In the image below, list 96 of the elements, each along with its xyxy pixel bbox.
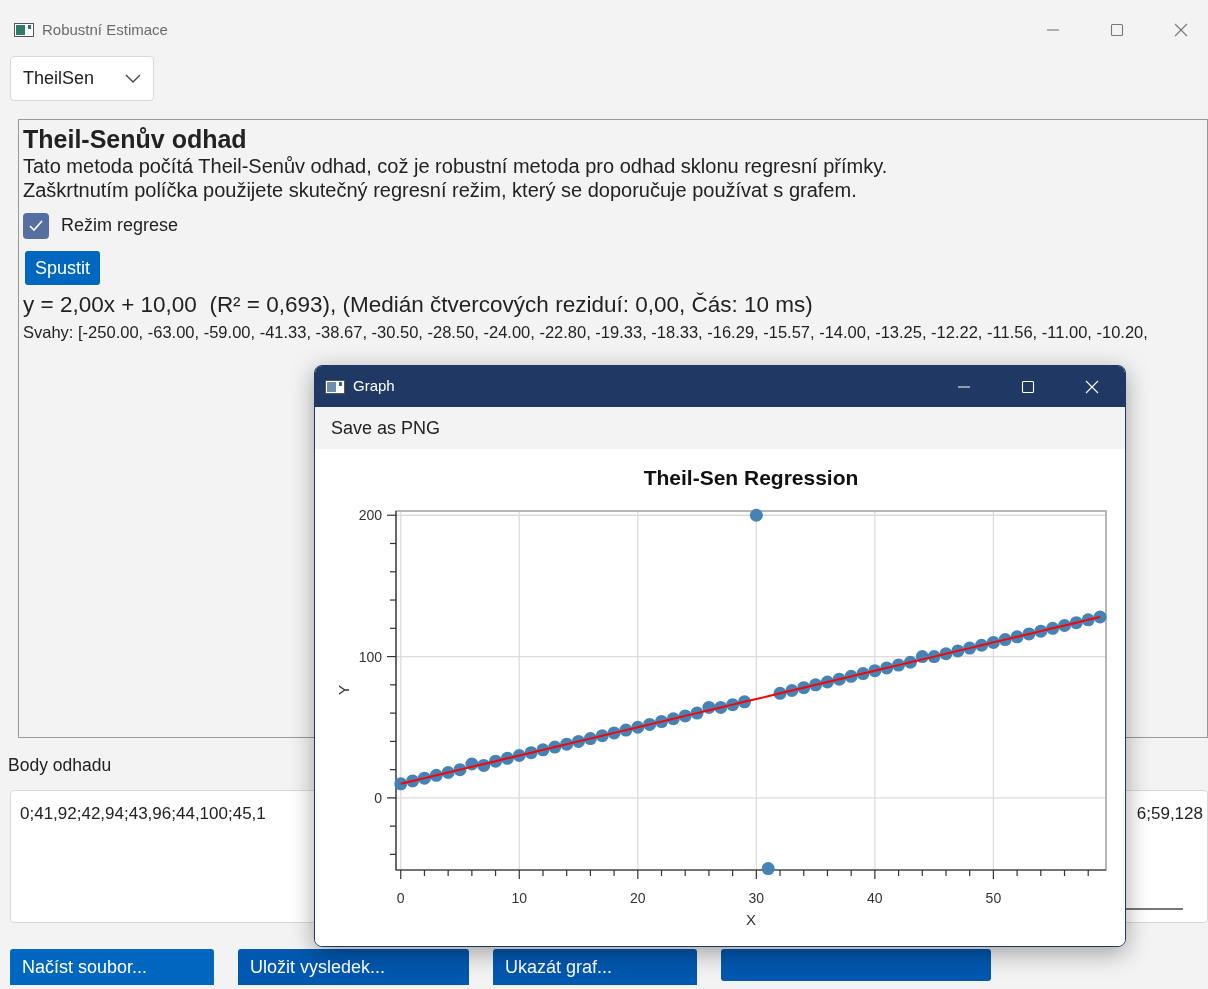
window-title: Graph: [353, 376, 395, 397]
data-point: [975, 638, 989, 652]
data-point: [714, 700, 728, 714]
data-point: [524, 746, 538, 760]
text-area-value: 6;59,128: [1136, 803, 1203, 826]
text-area-value: 0;41,92;42,94;43,96;44,100;45,1: [20, 803, 266, 826]
data-point: [607, 726, 621, 740]
data-point: [927, 650, 941, 664]
data-point: [832, 672, 846, 686]
data-point: [1081, 613, 1095, 627]
data-point: [773, 686, 787, 700]
slopes-text: Svahy: [-250.00, -63.00, -59.00, -41.33, -38.67, -30.50, -28.50, -24.00, -22.80, -19.33, -18.33, -16.29, -15.57, -14.00, -13.25, -12.22, -11.56, -11.00, -10.20,: [23, 322, 1149, 343]
data-point: [666, 712, 680, 726]
window-title: Robustní Estimace: [42, 19, 168, 40]
data-point: [406, 774, 420, 788]
data-point: [453, 763, 467, 777]
data-point: [915, 650, 929, 664]
data-point: [809, 678, 823, 692]
data-point: [868, 664, 882, 678]
data-point: [548, 740, 562, 754]
data-point: [465, 757, 479, 771]
data-point: [560, 737, 574, 751]
chart-title: Theil-Sen Regression: [643, 466, 859, 489]
data-point: [738, 695, 751, 709]
axis-tick-label: 20: [630, 890, 646, 906]
data-point: [702, 700, 716, 714]
data-point: [583, 732, 597, 746]
data-point: [429, 768, 443, 782]
data-point: [1093, 610, 1107, 624]
axis-tick-label: 200: [358, 507, 382, 524]
data-point: [880, 661, 894, 675]
data-point: [856, 667, 870, 681]
data-point: [500, 751, 514, 765]
data-point: [619, 723, 633, 737]
axis-tick-label: 10: [511, 890, 528, 906]
data-point: [749, 508, 763, 522]
data-point: [655, 715, 668, 729]
scrollbar[interactable]: [1123, 908, 1183, 911]
data-point: [726, 698, 740, 712]
data-point: [489, 754, 503, 768]
axis-title: Y: [335, 685, 352, 695]
data-point: [512, 749, 526, 762]
data-point: [441, 766, 455, 779]
data-point: [844, 669, 858, 683]
data-point: [678, 709, 692, 723]
data-point: [417, 771, 431, 785]
data-point: [951, 644, 965, 658]
axis-tick-label: 100: [358, 648, 382, 665]
checkbox[interactable]: [23, 212, 49, 239]
data-point: [477, 758, 491, 772]
data-point: [1010, 630, 1024, 644]
data-point: [939, 647, 953, 661]
checkbox-label: Režim regrese: [61, 214, 179, 237]
data-point: [797, 681, 811, 695]
description-text: Zaškrtnutím políčka použijete skutečný regresní režim, který se doporučuje používat s grafem.: [23, 178, 858, 202]
app-icon: [14, 22, 34, 38]
action-button[interactable]: Načíst soubor...: [10, 949, 214, 986]
data-point: [595, 729, 609, 743]
data-point: [690, 706, 704, 720]
axis-tick-label: 0: [374, 789, 382, 806]
axis-tick-label: 0: [396, 890, 405, 906]
section-label: Body odhadu: [8, 754, 112, 777]
data-point: [631, 720, 645, 734]
chevron-down-icon: [125, 73, 141, 84]
app-icon: [325, 378, 345, 395]
data-point: [761, 862, 775, 876]
description-text: Tato metoda počítá Theil-Senův odhad, což je robustní metoda pro odhad sklonu regresní přímky.: [23, 154, 889, 178]
axis-tick-label: 40: [867, 890, 883, 906]
axis-tick-label: 30: [748, 890, 765, 906]
action-button[interactable]: Uložit vysledek...: [238, 949, 469, 986]
section-heading: Theil-Senův odhad: [23, 124, 248, 154]
run-button[interactable]: Spustit: [25, 251, 101, 285]
data-point: [785, 684, 799, 697]
data-point: [998, 633, 1012, 647]
result-text: y = 2,00x + 10,00 (R² = 0,693), (Medián čtvercových reziduí: 0,00, Čás: 10 ms): [23, 291, 814, 319]
data-point: [963, 641, 977, 655]
data-point: [1022, 627, 1036, 641]
data-point: [820, 675, 834, 689]
axis-tick-label: 50: [985, 890, 1002, 906]
data-point: [903, 655, 917, 669]
data-point: [1069, 616, 1083, 630]
data-point: [643, 717, 657, 731]
data-point: [1046, 621, 1060, 635]
action-button[interactable]: [721, 949, 991, 982]
data-point: [892, 658, 906, 672]
axis-title: X: [746, 911, 756, 928]
data-point: [1034, 624, 1048, 638]
action-button[interactable]: Ukazát graf...: [493, 949, 697, 986]
menu-item[interactable]: Save as PNG: [331, 414, 441, 442]
data-point: [394, 777, 408, 791]
data-point: [986, 635, 1000, 649]
dropdown-value: TheilSen: [23, 67, 95, 90]
data-point: [536, 743, 550, 757]
method-dropdown[interactable]: TheilSen: [10, 56, 154, 101]
data-point: [1058, 619, 1071, 632]
data-point: [572, 734, 586, 748]
